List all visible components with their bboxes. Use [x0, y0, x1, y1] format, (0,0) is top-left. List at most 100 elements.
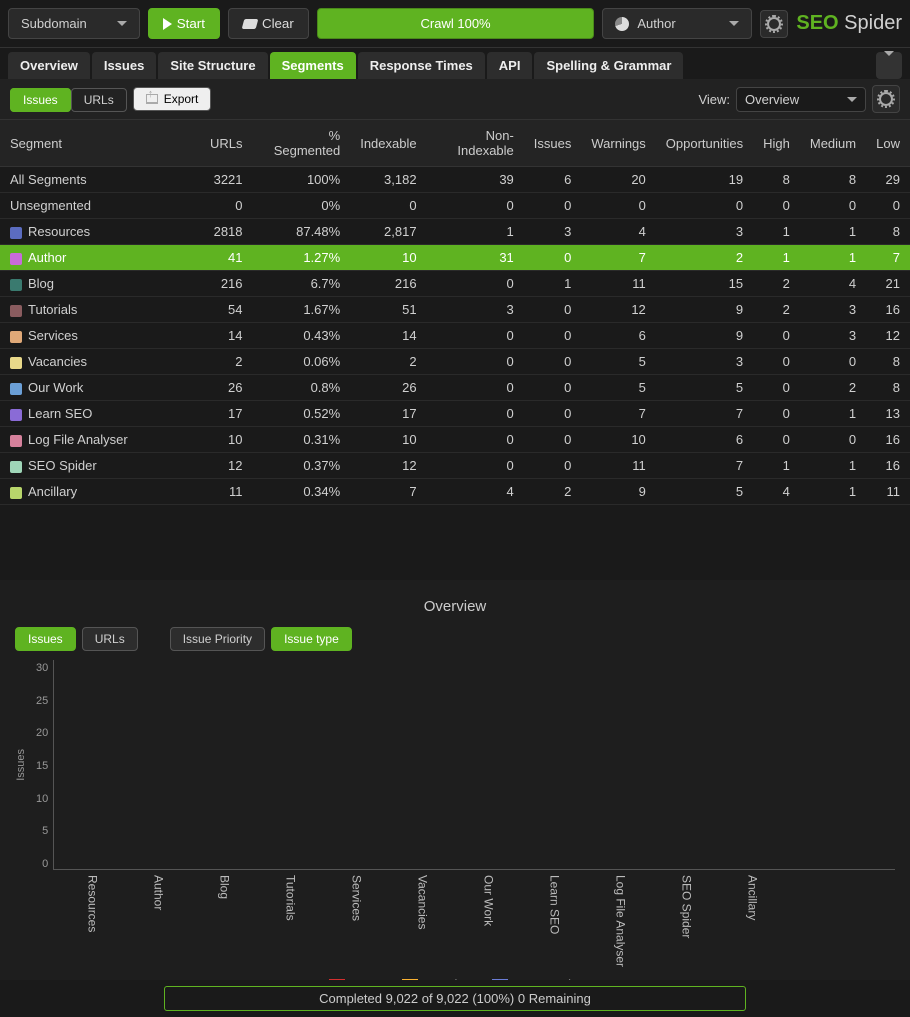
col-issues[interactable]: Issues — [524, 120, 582, 167]
col-segment[interactable]: Segment — [0, 120, 200, 167]
col-medium[interactable]: Medium — [800, 120, 866, 167]
cell: 2 — [350, 349, 426, 375]
table-row[interactable]: Author411.27%1031072117 — [0, 245, 910, 271]
table-row[interactable]: Ancillary110.34%742954111 — [0, 479, 910, 505]
export-icon — [146, 94, 158, 104]
cell: 2 — [800, 375, 866, 401]
col--segmented[interactable]: % Segmented — [253, 120, 351, 167]
col-high[interactable]: High — [753, 120, 800, 167]
tab-overview[interactable]: Overview — [8, 52, 90, 79]
tab-api[interactable]: API — [487, 52, 533, 79]
table-row[interactable]: Tutorials541.67%51301292316 — [0, 297, 910, 323]
tab-response-times[interactable]: Response Times — [358, 52, 485, 79]
cell: 8 — [753, 167, 800, 193]
cell: 41 — [200, 245, 253, 271]
cell: 21 — [866, 271, 910, 297]
y-tick: 20 — [36, 727, 48, 739]
col-indexable[interactable]: Indexable — [350, 120, 426, 167]
y-axis-label: Issues — [15, 749, 27, 781]
cell: 0 — [427, 453, 524, 479]
cell: 2818 — [200, 219, 253, 245]
main-tabs: OverviewIssuesSite StructureSegmentsResp… — [0, 48, 910, 79]
table-row[interactable]: Services140.43%1400690312 — [0, 323, 910, 349]
cell: 7 — [581, 245, 655, 271]
logo-seo: SEO — [796, 12, 838, 34]
chevron-down-icon — [117, 21, 127, 26]
cell: 7 — [350, 479, 426, 505]
col-non-indexable[interactable]: Non-Indexable — [427, 120, 524, 167]
col-opportunities[interactable]: Opportunities — [656, 120, 753, 167]
segments-table-wrap: SegmentURLs% SegmentedIndexableNon-Index… — [0, 120, 910, 580]
export-label: Export — [164, 92, 199, 106]
table-row[interactable]: SEO Spider120.37%12001171116 — [0, 453, 910, 479]
table-row[interactable]: Our Work260.8%260055028 — [0, 375, 910, 401]
logo-spider: Spider — [839, 12, 902, 34]
table-row[interactable]: Resources281887.48%2,8171343118 — [0, 219, 910, 245]
tab-site-structure[interactable]: Site Structure — [158, 52, 267, 79]
cell: 6 — [656, 427, 753, 453]
table-row[interactable]: Blog2166.7%2160111152421 — [0, 271, 910, 297]
table-row[interactable]: Learn SEO170.52%1700770113 — [0, 401, 910, 427]
y-tick: 30 — [36, 662, 48, 674]
table-row[interactable]: Log File Analyser100.31%10001060016 — [0, 427, 910, 453]
col-low[interactable]: Low — [866, 120, 910, 167]
cell: 11 — [581, 271, 655, 297]
tab-spelling-grammar[interactable]: Spelling & Grammar — [534, 52, 683, 79]
cell: 26 — [200, 375, 253, 401]
bar-label: SEO Spider — [679, 869, 693, 938]
cell: 0 — [427, 193, 524, 219]
cell: 7 — [656, 453, 753, 479]
segment-color-swatch — [10, 435, 22, 447]
cell: 0.43% — [253, 323, 351, 349]
bar-label: Vacancies — [415, 869, 429, 929]
filter-urls[interactable]: URLs — [71, 88, 127, 112]
cell: 100% — [253, 167, 351, 193]
scope-dropdown[interactable]: Author — [602, 8, 752, 39]
cell: 5 — [656, 479, 753, 505]
cell: 5 — [581, 349, 655, 375]
chart-filter-issues[interactable]: Issues — [15, 627, 76, 651]
chart-mode-issue-priority[interactable]: Issue Priority — [170, 627, 265, 651]
clear-label: Clear — [262, 16, 294, 31]
segment-color-swatch — [10, 331, 22, 343]
cell: 1 — [800, 219, 866, 245]
play-icon — [163, 18, 172, 30]
mode-dropdown[interactable]: Subdomain — [8, 8, 140, 39]
cell: 8 — [800, 167, 866, 193]
filter-issues[interactable]: Issues — [10, 88, 71, 112]
view-value: Overview — [745, 92, 799, 107]
clear-button[interactable]: Clear — [228, 8, 309, 39]
view-settings-button[interactable] — [872, 85, 900, 113]
bar-label: Tutorials — [283, 869, 297, 921]
col-warnings[interactable]: Warnings — [581, 120, 655, 167]
cell: 31 — [427, 245, 524, 271]
bar-label: Blog — [217, 869, 231, 899]
cell: 10 — [350, 427, 426, 453]
chart-mode-issue-type[interactable]: Issue type — [271, 627, 352, 651]
cell: 5 — [656, 375, 753, 401]
cell: 2 — [753, 297, 800, 323]
segment-color-swatch — [10, 409, 22, 421]
tab-overflow-button[interactable] — [876, 52, 902, 79]
y-tick: 5 — [36, 825, 48, 837]
main-toolbar: Subdomain Start Clear Crawl 100% Author … — [0, 0, 910, 48]
cell: 0.06% — [253, 349, 351, 375]
tab-segments[interactable]: Segments — [270, 52, 356, 79]
col-urls[interactable]: URLs — [200, 120, 253, 167]
table-row[interactable]: Unsegmented00%00000000 — [0, 193, 910, 219]
cell: 0 — [800, 349, 866, 375]
cell: 3221 — [200, 167, 253, 193]
export-button[interactable]: Export — [133, 87, 212, 111]
table-row[interactable]: All Segments3221100%3,18239620198829 — [0, 167, 910, 193]
chart-filter-urls[interactable]: URLs — [82, 627, 138, 651]
cell: 0 — [524, 349, 582, 375]
view-dropdown[interactable]: Overview — [736, 87, 866, 112]
cell: 0 — [200, 193, 253, 219]
y-tick: 0 — [36, 858, 48, 870]
settings-button[interactable] — [760, 10, 788, 38]
cell: 1 — [524, 271, 582, 297]
start-button[interactable]: Start — [148, 8, 220, 39]
table-row[interactable]: Vacancies20.06%20053008 — [0, 349, 910, 375]
mode-label: Subdomain — [21, 16, 87, 31]
tab-issues[interactable]: Issues — [92, 52, 156, 79]
